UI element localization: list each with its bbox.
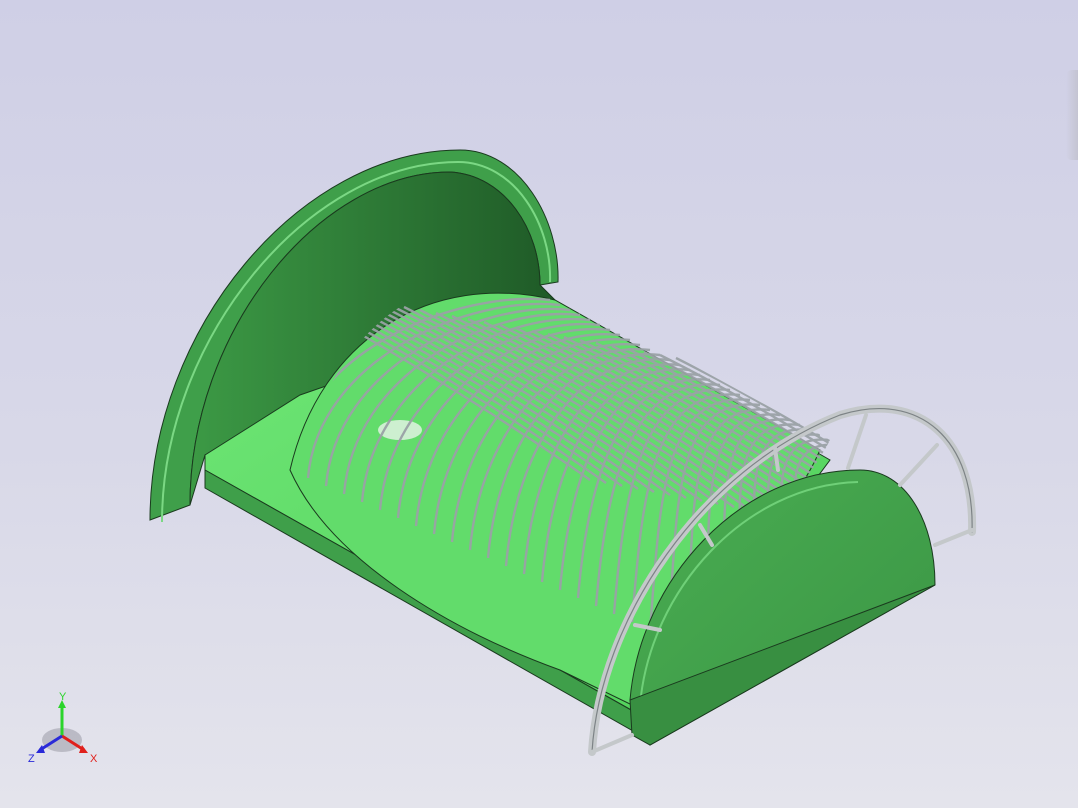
x-axis-label: X (90, 753, 98, 765)
cad-viewport[interactable]: Y X Z (0, 0, 1078, 808)
y-axis-label: Y (59, 691, 67, 703)
z-axis-label: Z (28, 753, 35, 765)
3d-model-render[interactable] (0, 0, 1078, 808)
axis-triad-icon: Y X Z (28, 691, 98, 765)
